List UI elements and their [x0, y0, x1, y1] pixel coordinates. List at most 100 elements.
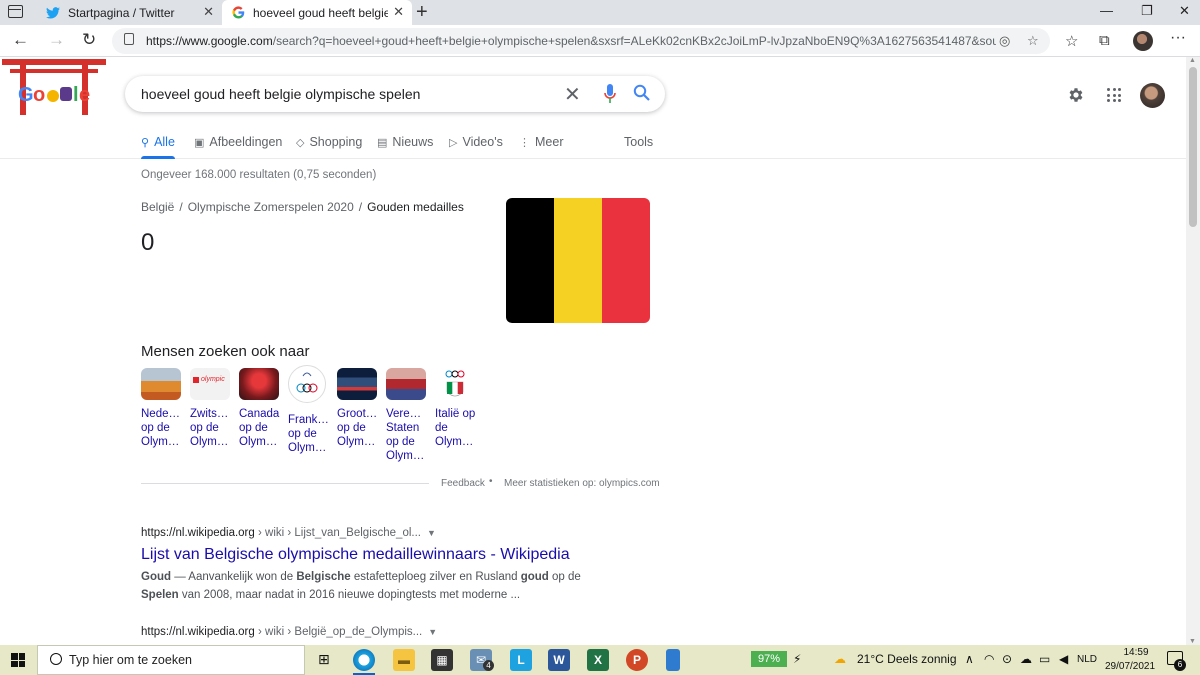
- clear-search-icon[interactable]: ✕: [564, 82, 581, 107]
- tab-news[interactable]: ▤ Nieuws: [377, 135, 433, 149]
- tab-more[interactable]: ⋮ Meer: [519, 135, 563, 149]
- weather-icon: ☁: [834, 652, 846, 666]
- tab-google-search[interactable]: hoeveel goud heeft belgie olympische spe…: [222, 0, 412, 25]
- powerpoint-icon[interactable]: P: [626, 649, 648, 671]
- page-scrollbar[interactable]: ▲ ▼: [1186, 57, 1200, 645]
- favorites-icon[interactable]: ☆: [1065, 32, 1078, 50]
- result-stats: Ongeveer 168.000 resultaten (0,75 second…: [141, 169, 377, 181]
- answer-value: 0: [141, 229, 155, 256]
- add-favorite-icon[interactable]: ☆: [1027, 33, 1039, 49]
- location-icon[interactable]: ◎: [999, 33, 1010, 49]
- excel-icon[interactable]: X: [587, 649, 609, 671]
- dropdown-arrow-icon[interactable]: ▼: [428, 627, 437, 637]
- result-host: https://nl.wikipedia.org: [141, 626, 255, 638]
- tab-label: Nieuws: [392, 135, 434, 149]
- apps-grid-icon[interactable]: [1107, 88, 1121, 102]
- result-title-link[interactable]: Lijst van Belgische olympische medaillew…: [141, 546, 570, 564]
- people-also-search-item[interactable]: Canada op de Olym…: [239, 368, 281, 449]
- tab-videos[interactable]: ▷ Video's: [449, 135, 503, 149]
- window-close-icon[interactable]: ✕: [1179, 3, 1190, 19]
- collections-icon[interactable]: ⧉: [1099, 32, 1110, 49]
- reload-icon[interactable]: ↻: [82, 30, 96, 50]
- breadcrumb-item: Gouden medailles: [367, 200, 464, 214]
- tab-label: Tools: [624, 135, 654, 149]
- google-icon: [232, 6, 245, 19]
- app-l-icon[interactable]: L: [510, 649, 532, 671]
- minimize-icon[interactable]: —: [1100, 3, 1113, 18]
- flag-stripe-yellow: [554, 198, 602, 323]
- result-url[interactable]: https://nl.wikipedia.org › wiki › België…: [141, 626, 437, 638]
- word-icon[interactable]: W: [548, 649, 570, 671]
- more-stats-link[interactable]: Meer statistieken op: olympics.com: [504, 478, 660, 489]
- gear-icon[interactable]: [1067, 86, 1085, 104]
- tab-twitter[interactable]: Startpagina / Twitter ✕: [36, 0, 222, 25]
- tab-images[interactable]: ▣ Afbeeldingen: [194, 135, 282, 149]
- item-label: Nede… op de Olym…: [141, 408, 180, 448]
- camera-icon[interactable]: ⊙: [1002, 652, 1012, 666]
- scroll-up-icon[interactable]: ▲: [1189, 57, 1196, 64]
- thumbnail-image: [337, 368, 377, 400]
- close-icon[interactable]: ✕: [393, 4, 404, 20]
- flag-stripe-black: [506, 198, 554, 323]
- breadcrumb-item[interactable]: België: [141, 200, 174, 214]
- battery-percentage[interactable]: 97%: [751, 651, 787, 667]
- close-icon[interactable]: ✕: [203, 4, 214, 20]
- tab-actions-icon[interactable]: [8, 5, 23, 18]
- search-input[interactable]: hoeveel goud heeft belgie olympische spe…: [141, 86, 420, 102]
- maximize-icon[interactable]: ❐: [1141, 3, 1153, 19]
- scrollbar-thumb[interactable]: [1189, 67, 1197, 227]
- search-box[interactable]: hoeveel goud heeft belgie olympische spe…: [125, 76, 665, 112]
- account-avatar[interactable]: [1140, 83, 1165, 108]
- people-also-search-item[interactable]: Nede… op de Olym…: [141, 368, 183, 449]
- feedback-link[interactable]: Feedback: [441, 478, 485, 489]
- search-icon: [50, 653, 62, 665]
- phone-app-icon[interactable]: [666, 649, 680, 671]
- clock-time[interactable]: 14:59: [1118, 647, 1154, 658]
- scroll-down-icon[interactable]: ▼: [1189, 638, 1196, 645]
- file-explorer-icon[interactable]: ▬: [393, 649, 415, 671]
- people-also-search-item[interactable]: Frank… op de Olym…: [288, 365, 330, 455]
- search-icon[interactable]: [633, 84, 651, 102]
- tab-label: Shopping: [309, 135, 363, 149]
- item-label: Frank… op de Olym…: [288, 414, 329, 454]
- thumbnail-image: [239, 368, 279, 400]
- url-input[interactable]: https://www.google.com/search?q=hoeveel+…: [112, 28, 1050, 54]
- more-menu-icon[interactable]: ···: [1170, 29, 1186, 47]
- people-also-search-title: Mensen zoeken ook naar: [141, 343, 310, 360]
- chevron-up-icon[interactable]: ∧: [965, 652, 974, 666]
- people-also-search-item[interactable]: Groot… op de Olym…: [337, 368, 379, 449]
- back-arrow-icon[interactable]: ←: [12, 30, 29, 50]
- dropdown-arrow-icon[interactable]: ▼: [427, 528, 436, 538]
- google-doodle-logo[interactable]: G o l e: [0, 57, 110, 117]
- taskbar-search-placeholder: Typ hier om te zoeken: [69, 653, 192, 667]
- people-also-search-item[interactable]: Vere… Staten op de Olym…: [386, 368, 428, 463]
- cloud-icon[interactable]: ☁: [1020, 652, 1032, 666]
- new-tab-button[interactable]: +: [416, 1, 428, 24]
- tab-title: Startpagina / Twitter: [68, 5, 175, 20]
- microphone-icon[interactable]: [604, 84, 616, 104]
- item-label: Groot… op de Olym…: [337, 408, 378, 448]
- profile-avatar[interactable]: [1133, 31, 1153, 51]
- result-url[interactable]: https://nl.wikipedia.org › wiki › Lijst_…: [141, 527, 436, 539]
- belgium-flag-image[interactable]: [506, 198, 650, 323]
- taskbar-search-box[interactable]: Typ hier om te zoeken: [37, 645, 305, 675]
- volume-icon[interactable]: ◀: [1059, 652, 1068, 666]
- language-indicator[interactable]: NLD: [1077, 654, 1097, 665]
- task-view-icon[interactable]: ⊞: [318, 651, 330, 668]
- people-also-search-item[interactable]: Italië op de Olym…: [435, 368, 477, 449]
- battery-icon[interactable]: ▭: [1039, 652, 1050, 666]
- battery-plug-icon[interactable]: ⚡: [793, 652, 801, 666]
- weather-text[interactable]: 21°C Deels zonnig: [857, 652, 957, 666]
- tab-all[interactable]: ⚲ Alle: [141, 135, 175, 149]
- windows-start-icon[interactable]: [11, 653, 25, 667]
- breadcrumb-item[interactable]: Olympische Zomerspelen 2020: [188, 200, 354, 214]
- store-icon[interactable]: ▦: [431, 649, 453, 671]
- network-icon[interactable]: ◠: [984, 652, 994, 666]
- clock-date[interactable]: 29/07/2021: [1105, 661, 1155, 672]
- edge-icon[interactable]: [353, 649, 375, 671]
- tab-shopping[interactable]: ◇ Shopping: [296, 135, 362, 149]
- play-icon: ▷: [449, 136, 458, 149]
- people-also-search-item[interactable]: olympic Zwits… op de Olym…: [190, 368, 232, 449]
- tools-button[interactable]: Tools: [624, 135, 653, 149]
- forward-arrow-icon[interactable]: →: [48, 30, 65, 50]
